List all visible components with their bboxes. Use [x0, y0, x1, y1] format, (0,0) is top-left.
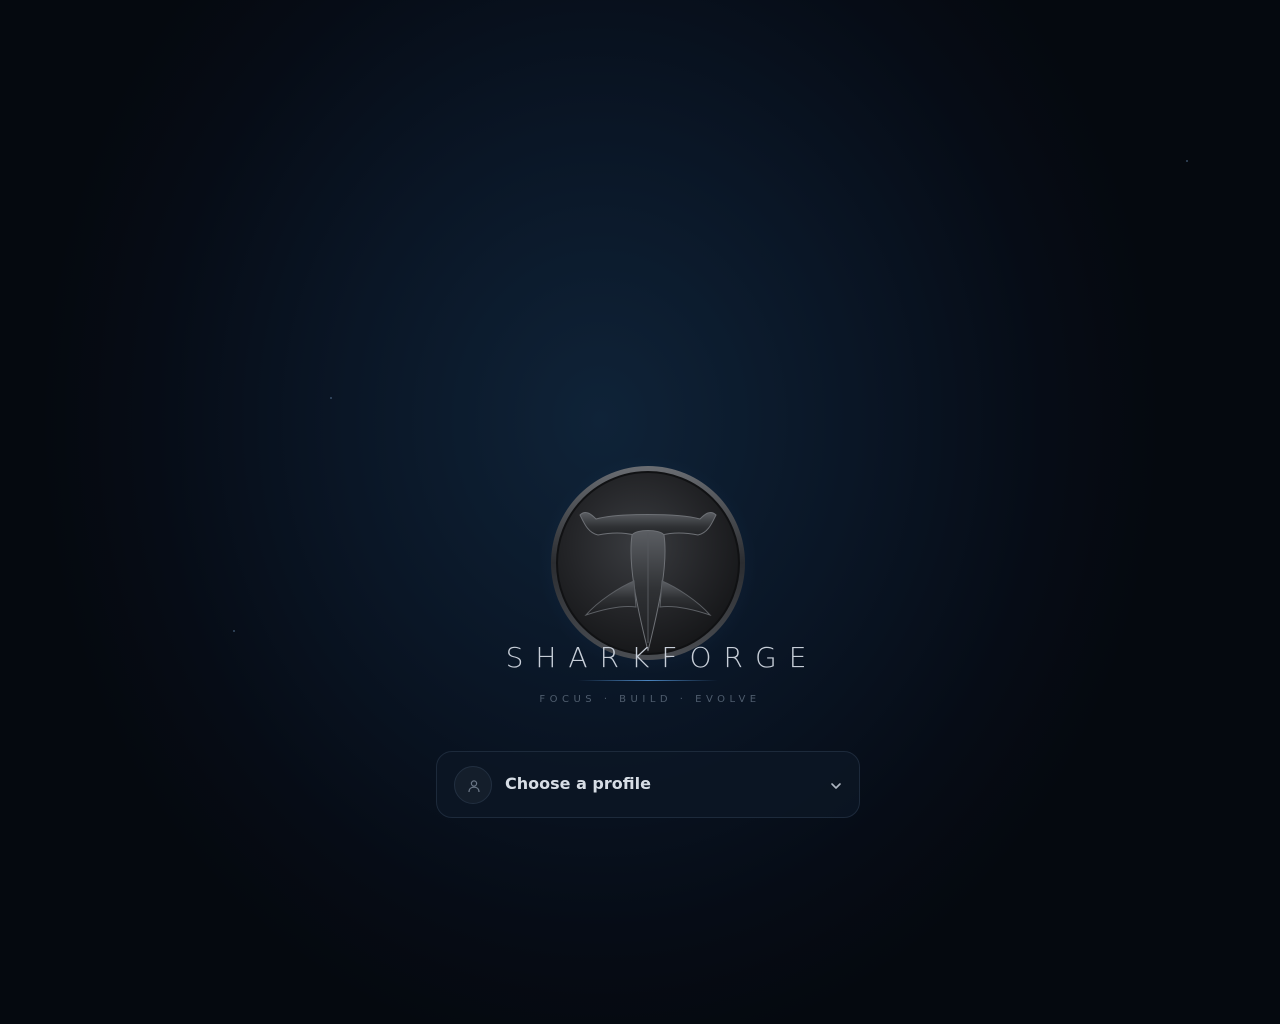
background-star	[1186, 160, 1188, 162]
background-star	[233, 630, 235, 632]
chevron-down-icon	[831, 783, 841, 789]
brand-underline	[578, 680, 718, 681]
sharkforge-logo	[551, 466, 745, 660]
brand-name: SHARKFORGE	[505, 641, 819, 674]
brand-tagline: FOCUS · BUILD · EVOLVE	[539, 694, 761, 705]
user-icon	[454, 766, 492, 804]
background-star	[330, 397, 332, 399]
profile-select-dropdown[interactable]: Choose a profile	[436, 751, 860, 818]
profile-select-label: Choose a profile	[505, 774, 651, 793]
